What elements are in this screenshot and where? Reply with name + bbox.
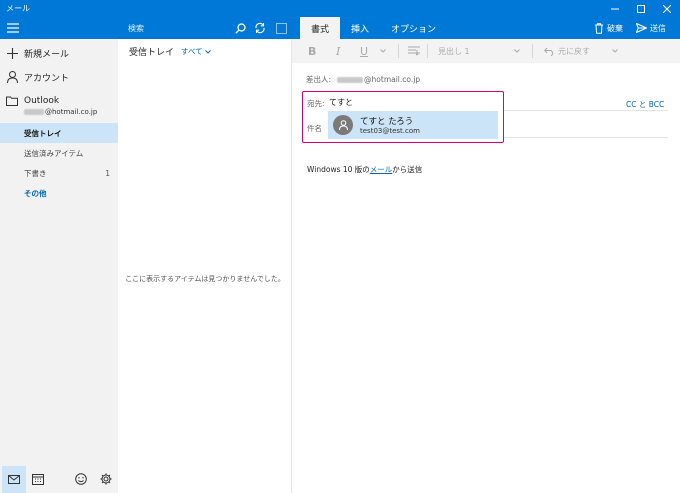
sync-icon[interactable] <box>252 20 268 36</box>
paragraph-format-button[interactable] <box>408 43 420 59</box>
new-mail-button[interactable]: 新規メール <box>0 43 118 63</box>
person-icon <box>6 71 18 83</box>
to-input[interactable] <box>329 96 429 108</box>
folder-drafts[interactable]: 下書き 1 <box>0 163 118 183</box>
accounts-label: アカウント <box>24 73 70 84</box>
minimize-icon <box>611 8 619 9</box>
mail-nav-button[interactable] <box>2 466 26 493</box>
plus-icon <box>6 47 18 59</box>
mail-app-link[interactable]: メール <box>370 165 393 174</box>
account-outlook[interactable]: Outlook @hotmail.co.jp <box>0 94 118 118</box>
tab-insert[interactable]: 挿入 <box>340 17 380 39</box>
undo-dropdown[interactable] <box>612 43 618 59</box>
smiley-icon <box>75 473 87 485</box>
settings-button[interactable] <box>96 469 116 489</box>
toolbar-divider <box>532 44 533 58</box>
person-icon <box>338 120 348 130</box>
chevron-down-icon <box>514 49 520 53</box>
top-bar: 書式 挿入 オプション 破棄 送信 <box>0 17 680 39</box>
send-label: 送信 <box>650 23 666 33</box>
to-divider <box>504 110 668 111</box>
underline-dropdown[interactable] <box>380 43 386 59</box>
send-icon <box>636 23 647 33</box>
sidebar-bottom-nav <box>0 466 118 493</box>
trash-icon <box>595 22 603 34</box>
hamburger-menu-button[interactable] <box>4 20 22 36</box>
maximize-icon <box>637 4 645 13</box>
undo-icon <box>544 47 553 56</box>
to-label: 宛先: <box>307 99 325 108</box>
to-field-highlight: 宛先: 件名 てすと たろう test03@test.com <box>302 91 504 143</box>
hamburger-icon <box>7 23 19 33</box>
subject-divider <box>504 137 668 138</box>
discard-label: 破棄 <box>607 23 623 33</box>
italic-button[interactable]: I <box>336 43 340 59</box>
cc-bcc-link[interactable]: CC と BCC <box>626 99 664 110</box>
discard-button[interactable]: 破棄 <box>594 20 623 36</box>
empty-list-message: ここに表示するアイテムは見つかりませんでした。 <box>125 275 285 283</box>
bold-button[interactable]: B <box>308 43 316 59</box>
folder-sent[interactable]: 送信済みアイテム <box>0 143 118 163</box>
sidebar: 新規メール アカウント Outlook @hotmail.co.jp 受信トレイ… <box>0 39 118 493</box>
folder-inbox[interactable]: 受信トレイ <box>0 123 118 143</box>
close-button[interactable] <box>654 0 680 17</box>
paragraph-icon <box>408 46 420 56</box>
mail-icon <box>8 475 20 484</box>
list-title: 受信トレイ <box>129 48 175 58</box>
from-label: 差出人: <box>306 75 332 84</box>
chevron-down-icon <box>612 49 618 53</box>
message-list-pane: 受信トレイ すべて ここに表示するアイテムは見つかりませんでした。 <box>118 39 292 493</box>
contact-suggestion[interactable]: てすと たろう test03@test.com <box>328 111 498 139</box>
tab-options[interactable]: オプション <box>380 17 447 39</box>
underline-button[interactable]: U <box>360 43 368 59</box>
app-title: メール <box>6 4 30 13</box>
close-icon <box>663 4 671 13</box>
undo-button[interactable]: 元に戻す <box>544 43 590 59</box>
calendar-icon <box>32 474 44 485</box>
message-body[interactable]: Windows 10 版のメールから送信 <box>307 164 422 175</box>
new-mail-label: 新規メール <box>24 49 70 60</box>
title-bar: メール <box>0 0 680 17</box>
tab-format[interactable]: 書式 <box>300 17 341 39</box>
style-dropdown[interactable]: 見出し 1 <box>438 43 470 59</box>
toolbar-divider <box>398 44 399 58</box>
gear-icon <box>100 473 112 485</box>
chevron-down-icon <box>204 49 211 54</box>
more-folders-link[interactable]: その他 <box>0 183 118 203</box>
drafts-count: 1 <box>105 168 110 178</box>
ribbon-tabs: 書式 挿入 オプション <box>300 17 447 39</box>
compose-pane: B I U 見出し 1 元に戻す 差出人: @hotmail.co.jp 宛先:… <box>292 39 680 493</box>
style-dropdown-chevron[interactable] <box>514 43 520 59</box>
chevron-down-icon <box>380 49 386 53</box>
subject-label: 件名 <box>307 124 322 133</box>
minimize-button[interactable] <box>602 0 628 17</box>
redacted-text <box>337 76 364 83</box>
toolbar-divider <box>427 44 428 58</box>
suggestion-email: test03@test.com <box>360 127 420 135</box>
search-icon[interactable] <box>232 20 248 36</box>
from-field: 差出人: @hotmail.co.jp <box>306 74 420 85</box>
folder-icon <box>6 96 18 106</box>
maximize-button[interactable] <box>628 0 654 17</box>
account-email: @hotmail.co.jp <box>24 108 97 116</box>
calendar-nav-button[interactable] <box>28 469 48 489</box>
from-email: @hotmail.co.jp <box>364 75 421 84</box>
send-button[interactable]: 送信 <box>636 20 666 36</box>
search-box <box>118 17 292 39</box>
redacted-text <box>24 109 44 115</box>
accounts-button[interactable]: アカウント <box>0 67 118 87</box>
filter-dropdown[interactable]: すべて <box>181 46 211 57</box>
select-mode-icon[interactable] <box>273 20 289 36</box>
avatar <box>333 115 353 135</box>
suggestion-name: てすと たろう <box>360 117 414 127</box>
format-toolbar: B I U 見出し 1 元に戻す <box>292 39 680 63</box>
account-name: Outlook <box>24 96 60 106</box>
feedback-button[interactable] <box>71 469 91 489</box>
